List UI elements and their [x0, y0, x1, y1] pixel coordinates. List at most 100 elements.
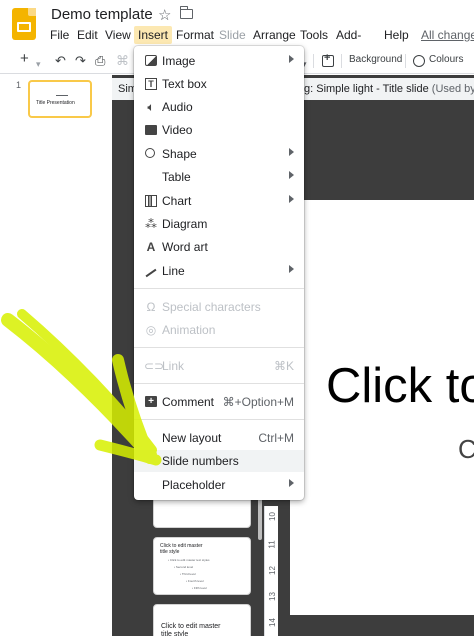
- menu-item-label: Text box: [162, 77, 207, 91]
- background-button[interactable]: Background: [349, 54, 402, 65]
- insert-animation-item[interactable]: ◎ Animation: [134, 319, 304, 341]
- submenu-arrow-icon: [289, 55, 294, 63]
- menu-slide[interactable]: Slide: [215, 26, 250, 44]
- star-icon[interactable]: ☆: [158, 6, 171, 24]
- insert-diagram-item[interactable]: ⁂ Diagram: [134, 213, 304, 235]
- insert-video-item[interactable]: Video: [134, 119, 304, 141]
- insert-menu: Image T Text box 🔈︎ Audio Video Shape Ta…: [134, 46, 304, 500]
- menu-item-label: Image: [162, 54, 196, 68]
- link-icon: ⊂⊃: [144, 359, 165, 373]
- document-title[interactable]: Demo template: [51, 6, 153, 23]
- menu-item-label: Link: [162, 359, 185, 373]
- undo-icon[interactable]: ↶: [55, 53, 66, 69]
- menu-item-label: New layout: [162, 431, 222, 445]
- insert-comment-item[interactable]: + Comment ⌘+Option+M: [134, 391, 304, 413]
- save-status-link[interactable]: All changes: [417, 26, 474, 44]
- insert-audio-item[interactable]: 🔈︎ Audio: [134, 96, 304, 118]
- menu-divider: [134, 347, 304, 348]
- menu-divider: [134, 288, 304, 289]
- toolbar-divider: [313, 54, 314, 68]
- layout-thumb-bullet: • Second level: [174, 565, 194, 569]
- menu-item-label: Chart: [162, 194, 192, 208]
- menu-divider: [134, 383, 304, 384]
- menu-item-label: Diagram: [162, 217, 208, 231]
- menu-format[interactable]: Format: [172, 26, 218, 44]
- ruler-number: 11: [267, 540, 277, 549]
- insert-image-item[interactable]: Image: [134, 50, 304, 72]
- diagram-icon: ⁂: [145, 217, 157, 231]
- wordart-icon: A: [146, 240, 156, 254]
- slide-canvas[interactable]: Click to C: [290, 200, 474, 615]
- insert-special-characters-item[interactable]: Ω Special characters: [134, 296, 304, 318]
- insert-textbox-item[interactable]: T Text box: [134, 73, 304, 95]
- menu-item-label: Line: [162, 264, 185, 278]
- menu-edit[interactable]: Edit: [73, 26, 102, 44]
- slides-logo[interactable]: [12, 8, 36, 40]
- comment-icon: +: [145, 396, 157, 407]
- menu-item-label: Table: [162, 170, 191, 184]
- new-slide-button[interactable]: +: [20, 51, 29, 67]
- master-subtitle-placeholder[interactable]: C: [458, 434, 474, 465]
- shape-icon: [145, 148, 155, 158]
- menu-tools[interactable]: Tools: [296, 26, 332, 44]
- menu-item-label: Shape: [162, 147, 197, 161]
- chevron-down-icon[interactable]: ▾: [36, 56, 41, 72]
- insert-line-item[interactable]: Line: [134, 260, 304, 282]
- layout-name: g: Simple light - Title slide: [304, 83, 429, 95]
- master-title-placeholder[interactable]: Click to: [326, 358, 474, 414]
- menu-item-shortcut: ⌘K: [273, 359, 294, 373]
- insert-table-item[interactable]: Table: [134, 166, 304, 188]
- layout-thumb-bullet: • Fourth level: [186, 579, 204, 583]
- insert-slide-numbers-item[interactable]: Slide numbers: [134, 450, 304, 472]
- layout-thumb-bullet: • Third level: [180, 572, 196, 576]
- ruler-number: 12: [267, 566, 277, 575]
- ruler-number: 13: [267, 592, 277, 601]
- toolbar-divider: [405, 54, 406, 68]
- insert-link-item[interactable]: ⊂⊃ Link ⌘K: [134, 355, 304, 377]
- submenu-arrow-icon: [289, 265, 294, 273]
- menu-file[interactable]: File: [46, 26, 73, 44]
- chart-icon: [145, 195, 157, 207]
- paint-format-icon[interactable]: ⌘: [116, 53, 129, 69]
- print-icon[interactable]: ⎙: [95, 53, 105, 69]
- textbox-icon: T: [145, 78, 157, 90]
- insert-wordart-item[interactable]: A Word art: [134, 236, 304, 258]
- layout-thumb-bullet: • Click to edit master text styles: [168, 558, 210, 562]
- submenu-arrow-icon: [289, 148, 294, 156]
- layout-thumbnail[interactable]: Click to edit master title style • Click…: [153, 537, 251, 595]
- palette-icon[interactable]: [413, 55, 425, 67]
- menu-item-label: Comment: [162, 395, 215, 409]
- image-icon: [145, 55, 157, 66]
- thumb-text: Title Presentation: [36, 100, 75, 106]
- insert-chart-item[interactable]: Chart: [134, 190, 304, 212]
- new-comment-icon[interactable]: [322, 52, 334, 67]
- menu-item-shortcut: ⌘+Option+M: [222, 395, 294, 409]
- menu-item-label: Video: [162, 123, 193, 137]
- slide-thumbnail[interactable]: Title Presentation: [28, 80, 92, 118]
- menu-divider: [134, 419, 304, 420]
- used-by-note: (Used by all: [431, 83, 474, 95]
- submenu-arrow-icon: [289, 195, 294, 203]
- menu-item-label: Slide numbers: [162, 454, 239, 468]
- colours-button[interactable]: Colours: [429, 54, 463, 65]
- insert-shape-item[interactable]: Shape: [134, 143, 304, 165]
- folder-icon[interactable]: [179, 6, 193, 19]
- menu-insert[interactable]: Insert: [134, 26, 173, 44]
- slide-number: 1: [16, 80, 22, 90]
- thumb-title-line: [56, 95, 68, 96]
- redo-icon[interactable]: ↷: [75, 53, 86, 69]
- audio-icon: 🔈︎: [147, 100, 155, 114]
- layout-thumbnail[interactable]: Click to edit master title style: [153, 604, 251, 636]
- menu-item-label: Special characters: [162, 300, 261, 314]
- menu-item-label: Audio: [162, 100, 193, 114]
- ruler-number: 14: [267, 618, 277, 627]
- menu-help[interactable]: Help: [380, 26, 413, 44]
- menu-item-label: Word art: [162, 240, 208, 254]
- insert-new-layout-item[interactable]: New layout Ctrl+M: [134, 427, 304, 449]
- layout-thumb-title: Click to edit master title style: [160, 543, 203, 555]
- menu-view[interactable]: View: [101, 26, 135, 44]
- submenu-arrow-icon: [289, 479, 294, 487]
- layout-thumb-title: Click to edit master title style: [161, 623, 221, 636]
- insert-placeholder-item[interactable]: Placeholder: [134, 474, 304, 496]
- menu-arrange[interactable]: Arrange: [249, 26, 300, 44]
